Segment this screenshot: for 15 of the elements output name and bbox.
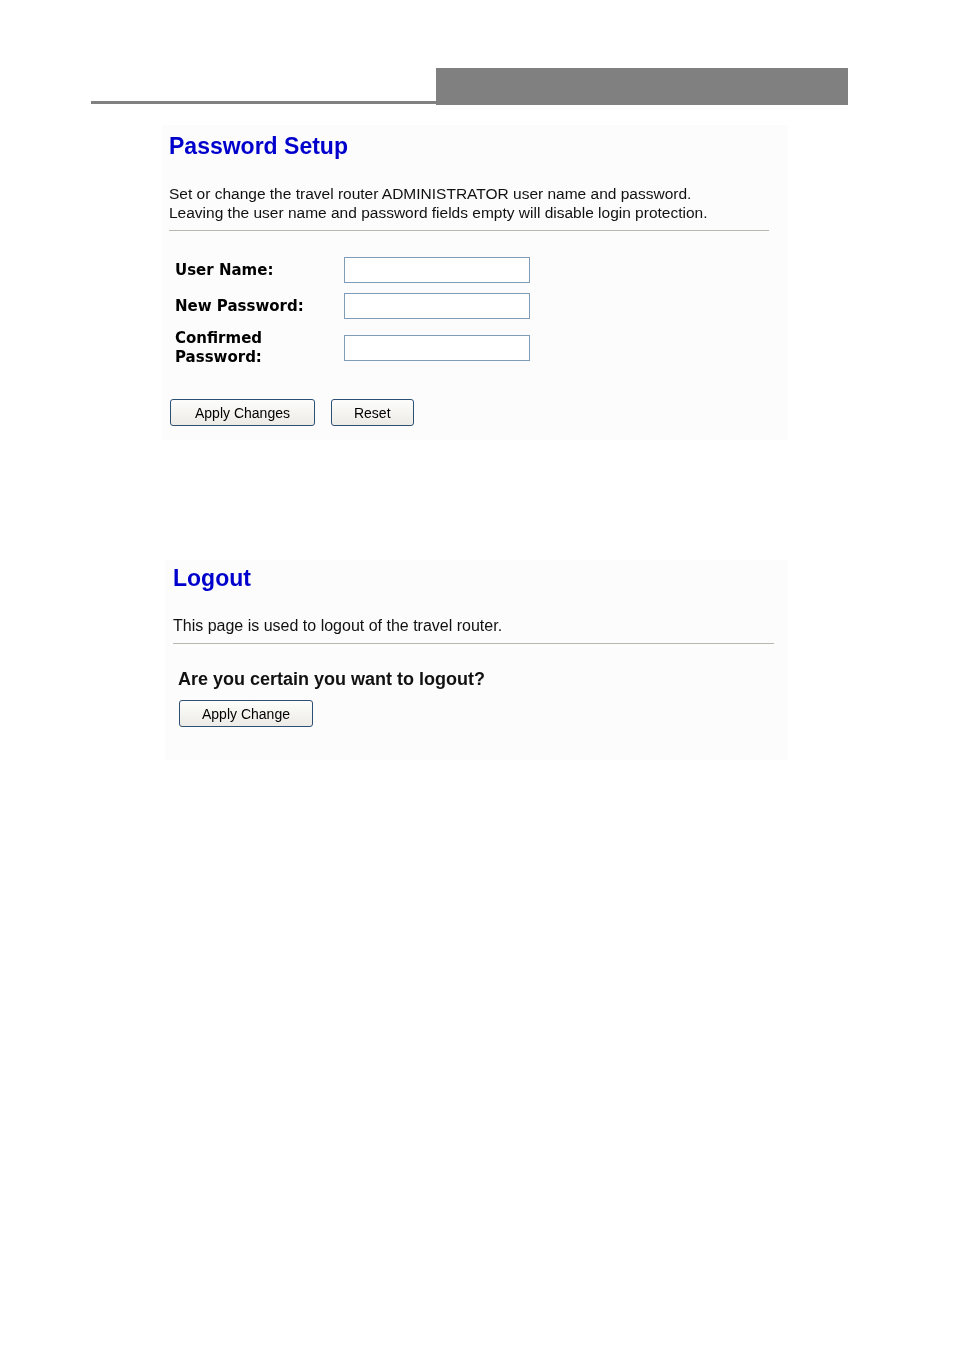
- text-field[interactable]: [344, 257, 530, 283]
- apply-button[interactable]: Apply Changes: [170, 399, 315, 426]
- description-text: Leaving the user name and password fields empty will disable login protection.: [169, 203, 709, 222]
- page-title: Password Setup: [169, 133, 349, 160]
- page-title: Logout: [173, 565, 252, 592]
- confirm-question: Are you certain you want to logout?: [178, 669, 486, 690]
- description-text: Set or change the travel router ADMINISTRATOR user name and password.: [169, 184, 693, 203]
- apply-button[interactable]: Apply Change: [179, 700, 313, 727]
- field-label: Confirmed Password:: [174, 329, 264, 367]
- description-text: This page is used to logout of the travel router.: [173, 616, 504, 636]
- text-field[interactable]: [344, 293, 530, 319]
- field-label: User Name:: [174, 260, 275, 280]
- reset-button[interactable]: Reset: [330, 399, 414, 426]
- field-label: New Password:: [174, 296, 305, 316]
- text-field[interactable]: [344, 335, 530, 361]
